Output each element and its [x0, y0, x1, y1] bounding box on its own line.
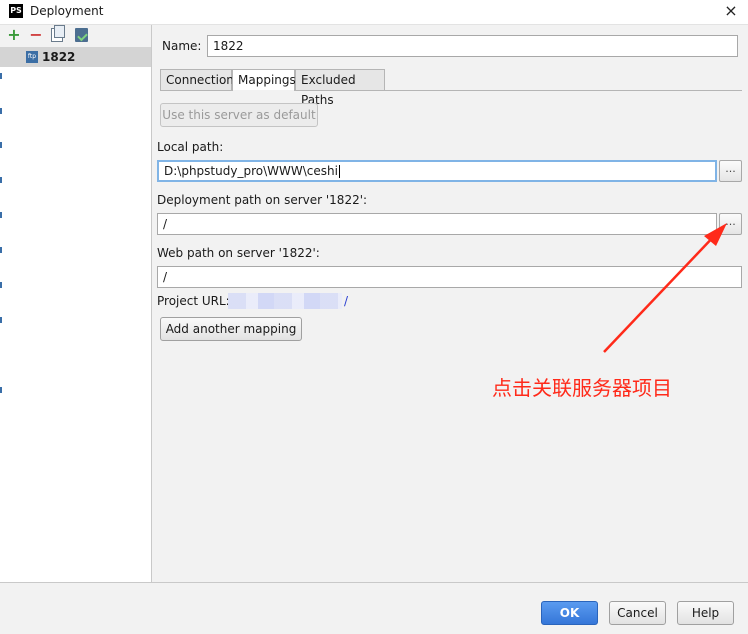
annotation-text: 点击关联服务器项目	[492, 376, 672, 400]
annotation-arrow	[603, 223, 727, 353]
footer-divider	[0, 582, 748, 583]
help-button[interactable]: Help	[677, 601, 734, 625]
ok-button[interactable]: OK	[541, 601, 598, 625]
cancel-button[interactable]: Cancel	[609, 601, 666, 625]
annotation-arrow-shaft	[603, 231, 719, 353]
